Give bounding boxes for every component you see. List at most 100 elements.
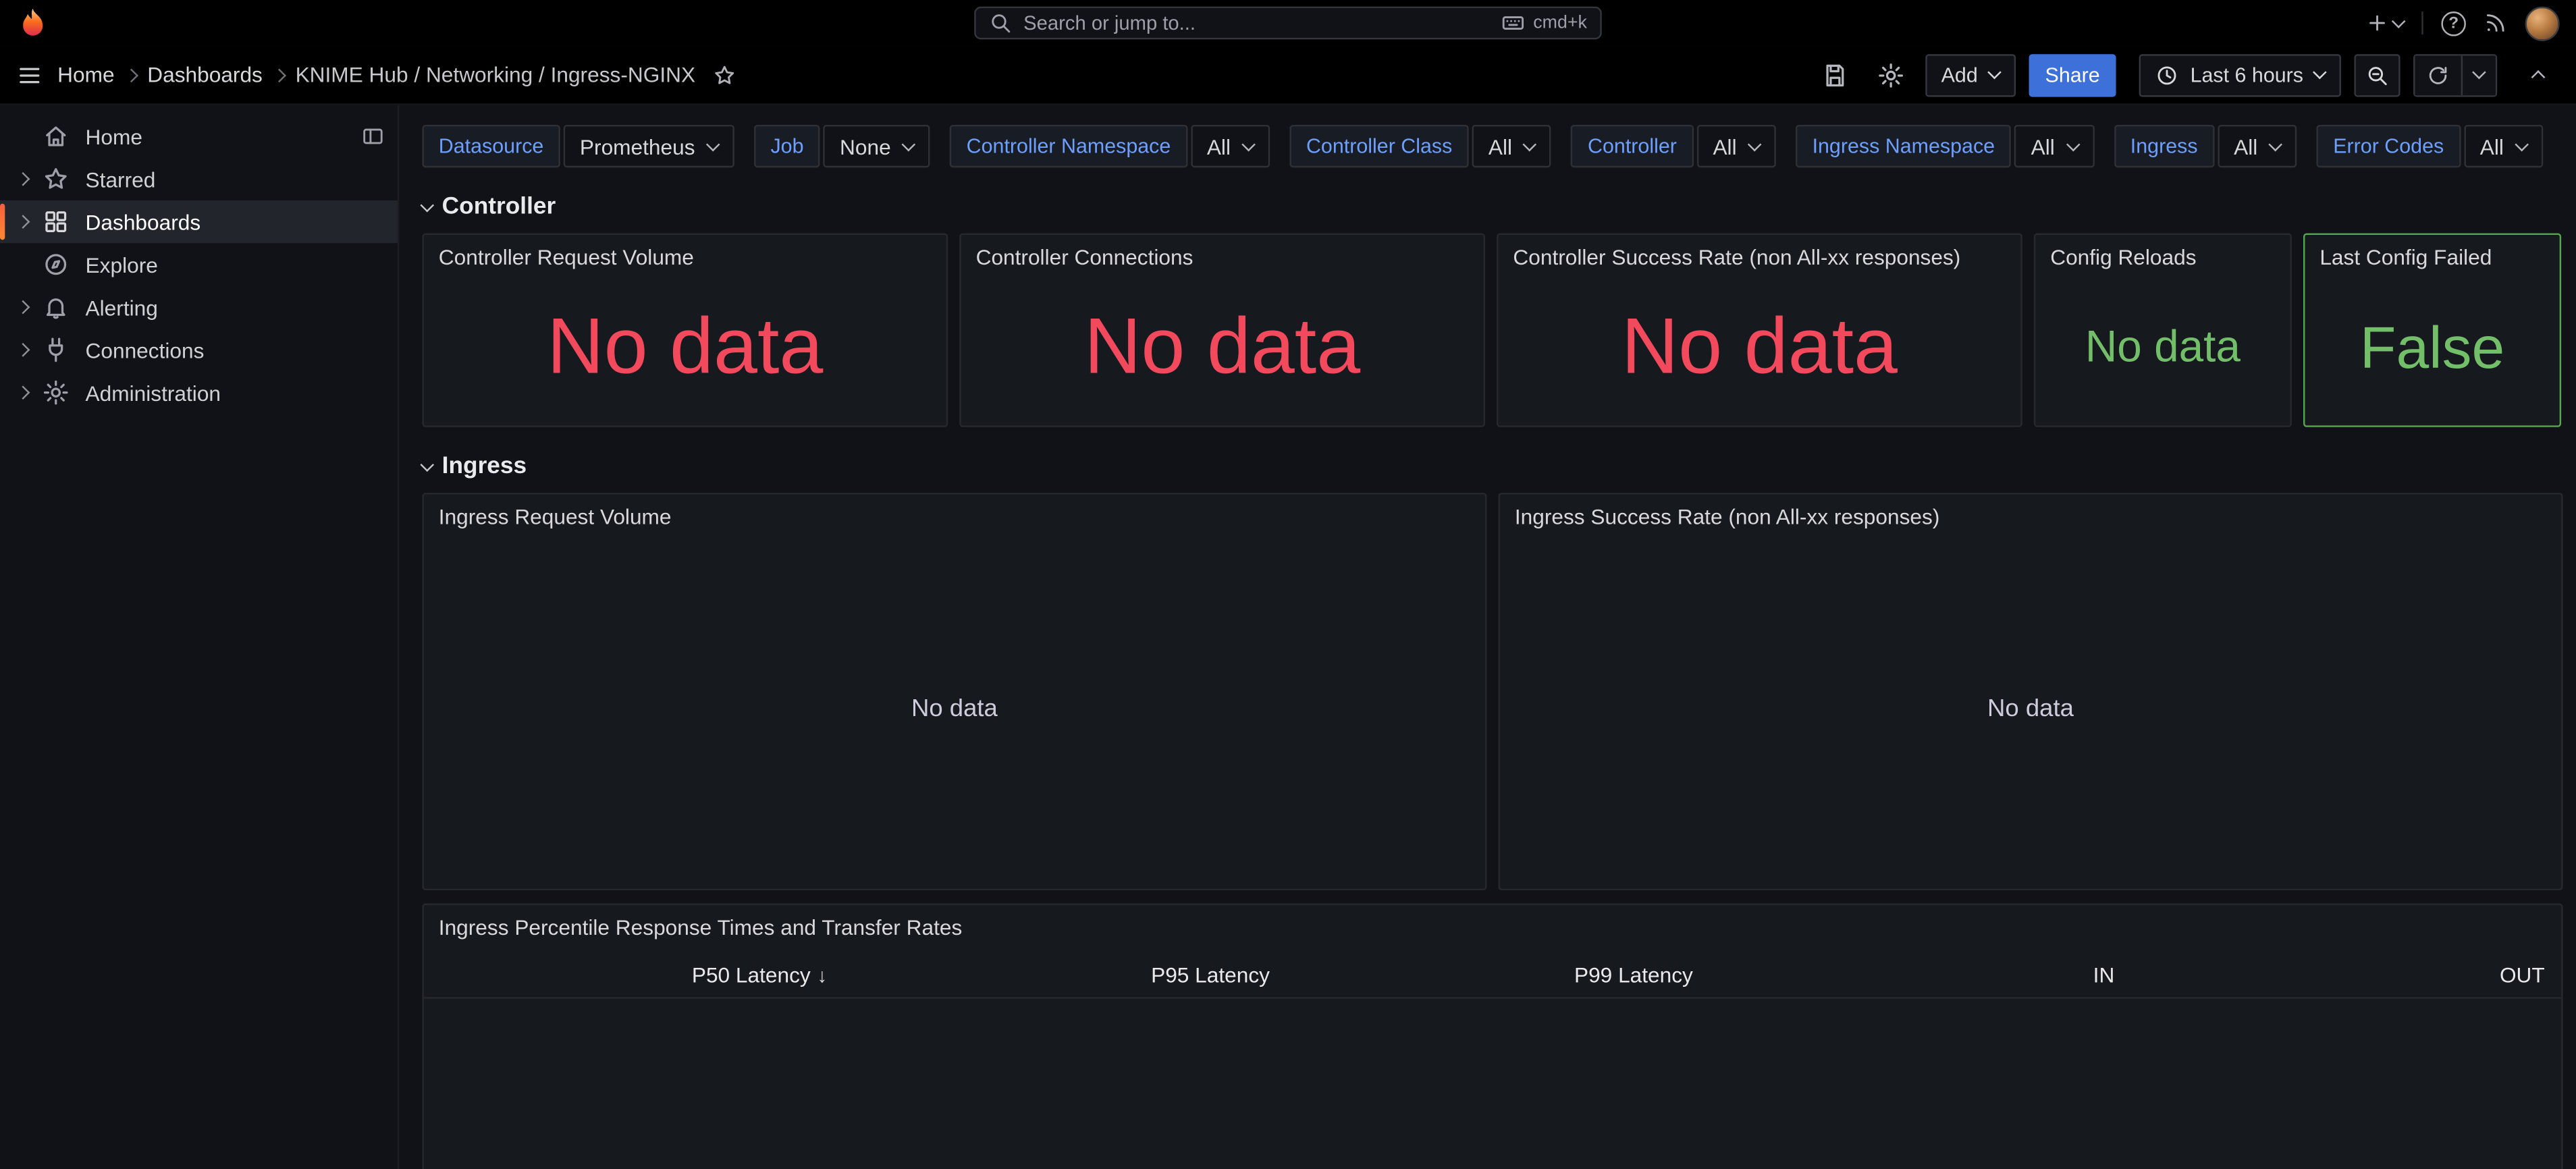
filter-value-dropdown[interactable]: All bbox=[2463, 124, 2544, 168]
panel-body: No data bbox=[961, 269, 1484, 425]
filter-job: Job None bbox=[754, 124, 931, 168]
panel-title[interactable]: Controller Connections bbox=[961, 235, 1484, 270]
panel-body: No data bbox=[424, 269, 946, 425]
filter-ingress: Ingress All bbox=[2114, 124, 2297, 168]
share-button[interactable]: Share bbox=[2029, 53, 2117, 97]
sidebar-item-label: Connections bbox=[85, 337, 205, 362]
panel-body: No data bbox=[1500, 529, 2561, 889]
filter-value-dropdown[interactable]: All bbox=[2014, 124, 2095, 168]
breadcrumb-dashboards[interactable]: Dashboards bbox=[147, 62, 263, 87]
refresh-button[interactable] bbox=[2415, 55, 2461, 94]
table-body-empty bbox=[424, 999, 2561, 1169]
panel-title[interactable]: Ingress Request Volume bbox=[424, 495, 1485, 529]
dock-sidebar-icon[interactable] bbox=[361, 125, 384, 148]
section-header-ingress[interactable]: Ingress bbox=[420, 450, 527, 483]
no-data-text: No data bbox=[911, 695, 998, 723]
add-label: Add bbox=[1941, 63, 1978, 86]
time-range-picker[interactable]: Last 6 hours bbox=[2139, 53, 2341, 97]
chevron-right-icon[interactable] bbox=[10, 343, 36, 357]
chevron-right-icon[interactable] bbox=[10, 215, 36, 229]
home-icon bbox=[36, 124, 76, 150]
breadcrumb-home[interactable]: Home bbox=[57, 62, 114, 87]
sidebar-item-alerting[interactable]: Alerting bbox=[0, 286, 398, 328]
sidebar-item-administration[interactable]: Administration bbox=[0, 371, 398, 414]
chevron-down-icon bbox=[2066, 136, 2080, 151]
screenshot-stage: Search or jump to... cmd+k ? Home Dashbo… bbox=[0, 0, 2576, 1169]
chevron-right-icon[interactable] bbox=[10, 171, 36, 186]
column-header-p95[interactable]: P95 Latency bbox=[1151, 962, 1270, 987]
sidebar-item-label: Alerting bbox=[85, 294, 158, 320]
sidebar-item-label: Explore bbox=[85, 252, 158, 277]
filter-value-dropdown[interactable]: All bbox=[1472, 124, 1552, 168]
column-header-p50[interactable]: P50 Latency ↓ bbox=[692, 962, 827, 987]
panel-title[interactable]: Controller Success Rate (non All-xx resp… bbox=[1499, 235, 2021, 270]
grafana-app: Search or jump to... cmd+k ? Home Dashbo… bbox=[0, 0, 2576, 1169]
column-header-p99[interactable]: P99 Latency bbox=[1574, 962, 1693, 987]
filter-value-dropdown[interactable]: Prometheus bbox=[563, 124, 734, 168]
sidebar-item-dashboards[interactable]: Dashboards bbox=[0, 200, 398, 244]
chevron-right-icon[interactable] bbox=[10, 300, 36, 315]
help-icon[interactable]: ? bbox=[2441, 10, 2466, 36]
dashboard-toolbar: Add Share Last 6 hours bbox=[1813, 53, 2560, 97]
filter-ingress-namespace: Ingress Namespace All bbox=[1796, 124, 2095, 168]
sidebar-item-explore[interactable]: Explore bbox=[0, 243, 398, 286]
filter-value: All bbox=[1488, 134, 1513, 159]
save-dashboard-button[interactable] bbox=[1813, 53, 1856, 96]
panel-title[interactable]: Ingress Percentile Response Times and Tr… bbox=[424, 905, 2561, 940]
search-input[interactable]: Search or jump to... cmd+k bbox=[974, 6, 1602, 40]
user-avatar[interactable] bbox=[2525, 5, 2560, 40]
filter-value-dropdown[interactable]: None bbox=[823, 124, 931, 168]
grafana-logo-icon[interactable] bbox=[16, 7, 49, 40]
sidebar-item-connections[interactable]: Connections bbox=[0, 329, 398, 371]
zoom-out-time-button[interactable] bbox=[2354, 53, 2400, 97]
panel-title[interactable]: Last Config Failed bbox=[2305, 235, 2559, 270]
top-bar: Search or jump to... cmd+k ? bbox=[0, 0, 2576, 47]
sidebar-item-starred[interactable]: Starred bbox=[0, 158, 398, 200]
column-label: OUT bbox=[2499, 962, 2545, 987]
filter-value: All bbox=[2234, 134, 2258, 159]
chevron-up-icon bbox=[2531, 70, 2546, 84]
filter-error-codes: Error Codes All bbox=[2316, 124, 2544, 168]
filter-value-dropdown[interactable]: All bbox=[1696, 124, 1777, 168]
panel-title[interactable]: Ingress Success Rate (non All-xx respons… bbox=[1500, 495, 2561, 529]
panel-title[interactable]: Config Reloads bbox=[2035, 235, 2290, 270]
column-header-in[interactable]: IN bbox=[2093, 962, 2115, 987]
chevron-down-icon bbox=[2313, 65, 2327, 80]
filter-controller: Controller All bbox=[1571, 124, 1777, 168]
collapse-toolbar-button[interactable] bbox=[2517, 53, 2559, 96]
panel-ingress-request-volume: Ingress Request Volume No data bbox=[422, 493, 1487, 891]
chevron-right-icon[interactable] bbox=[10, 385, 36, 400]
news-rss-icon[interactable] bbox=[2484, 11, 2507, 34]
shortcut-text: cmd+k bbox=[1533, 13, 1587, 33]
chevron-down-icon bbox=[2391, 13, 2406, 28]
menu-icon[interactable] bbox=[16, 61, 43, 88]
filter-value: None bbox=[840, 134, 891, 159]
plug-icon bbox=[36, 337, 76, 363]
dashboard-settings-button[interactable] bbox=[1869, 53, 1912, 96]
filter-label: Controller bbox=[1571, 124, 1694, 168]
column-label: P50 Latency bbox=[691, 962, 811, 987]
panel-body: No data bbox=[2035, 269, 2290, 425]
favorite-star-icon[interactable] bbox=[714, 63, 736, 86]
chevron-down-icon bbox=[1987, 65, 2002, 80]
breadcrumb-current: KNIME Hub / Networking / Ingress-NGINX bbox=[295, 62, 696, 87]
chevron-right-icon bbox=[271, 67, 286, 82]
panel-body: No data bbox=[1499, 269, 2021, 425]
filter-value-dropdown[interactable]: All bbox=[2217, 124, 2297, 168]
section-header-controller[interactable]: Controller bbox=[420, 190, 556, 223]
chevron-down-icon bbox=[1241, 136, 1256, 151]
chevron-down-icon bbox=[2515, 136, 2529, 151]
sidebar-item-home[interactable]: Home bbox=[0, 115, 398, 157]
column-label: P95 Latency bbox=[1151, 962, 1270, 987]
refresh-interval-dropdown[interactable] bbox=[2461, 55, 2496, 94]
filter-value: All bbox=[2479, 134, 2504, 159]
compass-icon bbox=[36, 251, 76, 277]
filter-value: All bbox=[1713, 134, 1737, 159]
filter-value-dropdown[interactable]: All bbox=[1190, 124, 1270, 168]
no-data-text: No data bbox=[1987, 695, 2074, 723]
new-menu-button[interactable] bbox=[2365, 11, 2406, 34]
add-panel-button[interactable]: Add bbox=[1925, 53, 2016, 97]
panel-title[interactable]: Controller Request Volume bbox=[424, 235, 946, 270]
dashboard-main: Datasource Prometheus Job None Controlle… bbox=[399, 105, 2576, 1169]
column-header-out[interactable]: OUT bbox=[2500, 962, 2545, 987]
